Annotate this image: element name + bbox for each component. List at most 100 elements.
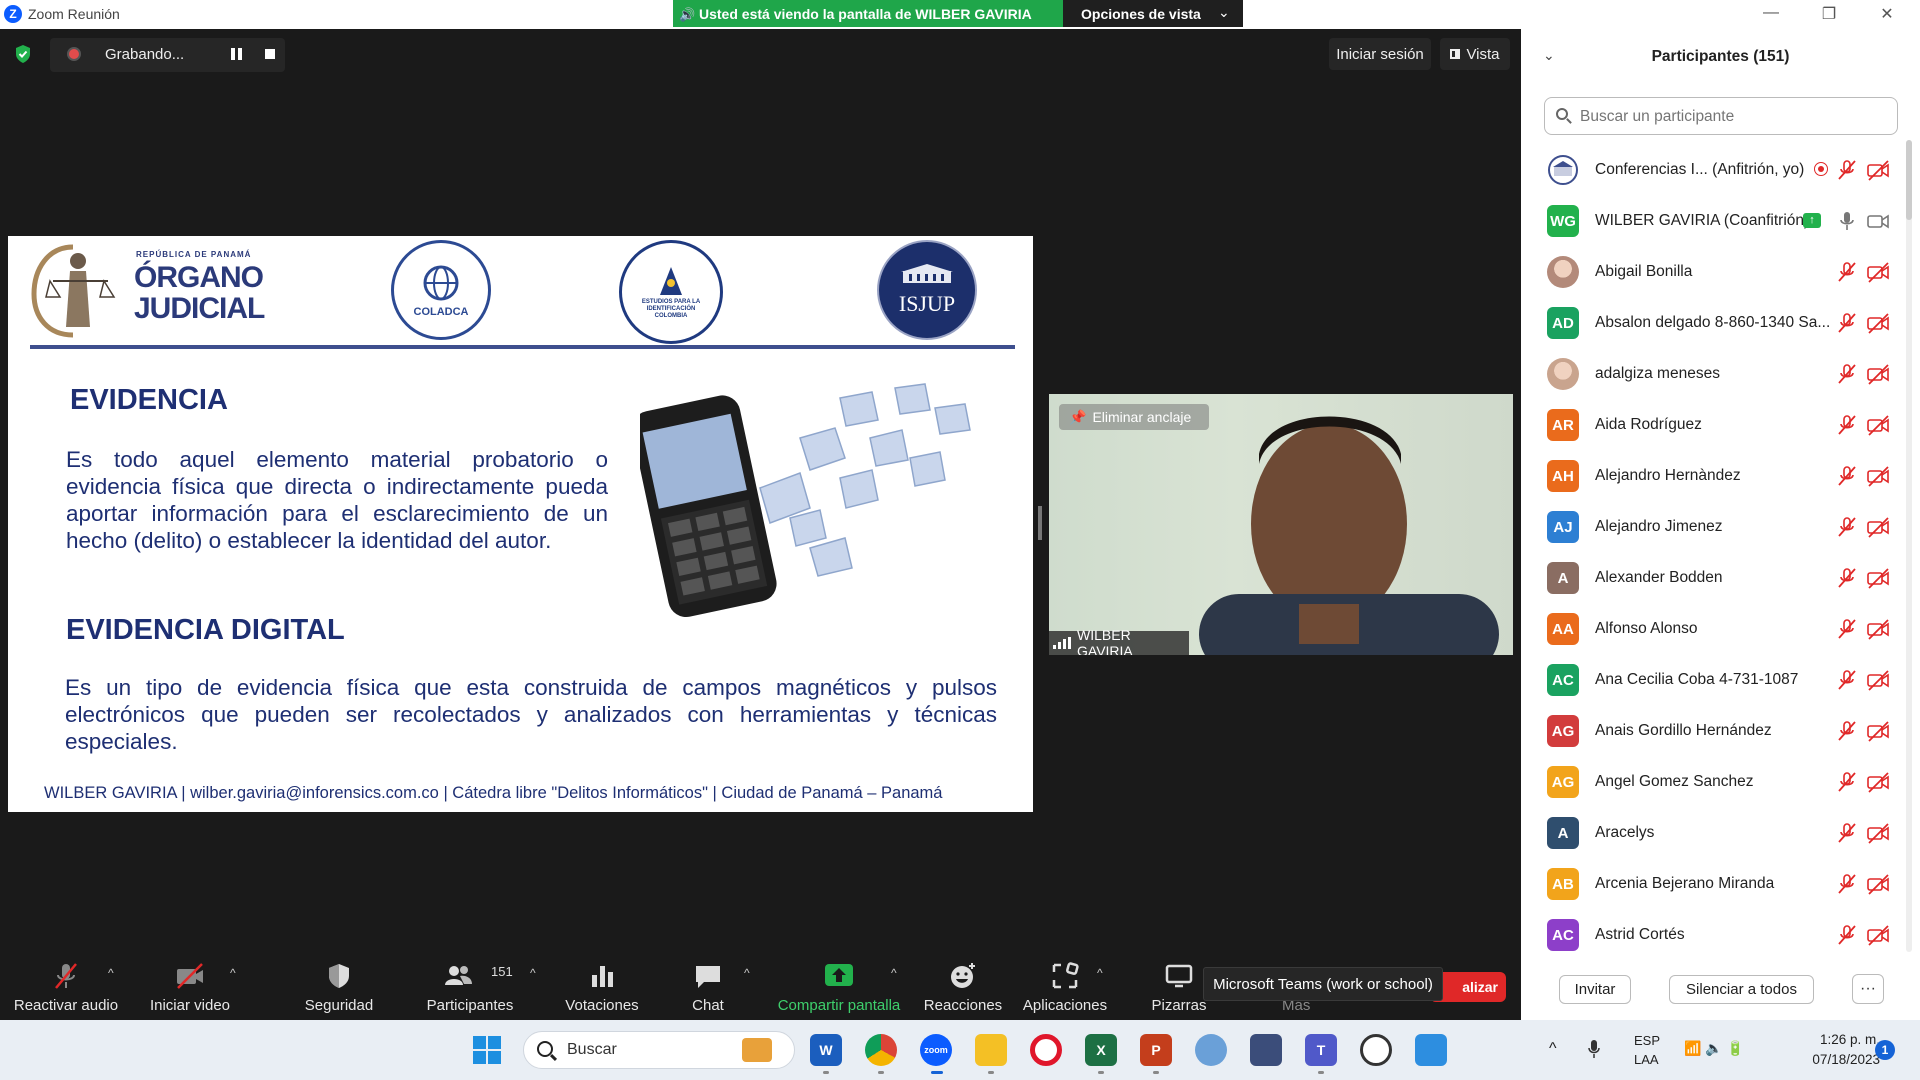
excel-app-icon[interactable]: X [1085,1034,1117,1066]
unpin-button[interactable]: 📌 Eliminar anclaje [1059,404,1209,430]
taskbar-search-label[interactable]: Buscar [567,1041,617,1059]
participant-search-input[interactable] [1578,99,1892,135]
video-off-icon[interactable] [1866,261,1890,283]
muted-microphone-icon[interactable] [1836,414,1858,436]
muted-microphone-icon[interactable] [1836,159,1858,181]
system-app-icon[interactable] [1250,1034,1282,1066]
muted-microphone-icon[interactable] [1836,465,1858,487]
view-button[interactable]: Vista [1440,38,1510,70]
reactions-button[interactable]: Reacciones [922,958,1004,1018]
participant-row[interactable]: AC Astrid Cortés [1521,910,1901,961]
network-volume-battery-icons[interactable]: 📶 🔈 🔋 [1684,1040,1744,1057]
close-button[interactable]: ✕ [1872,4,1902,24]
muted-microphone-icon[interactable] [1836,363,1858,385]
chat-button[interactable]: Chat [686,958,730,1018]
participants-options-caret-icon[interactable]: ^ [530,966,536,980]
teams-app-icon[interactable]: T [1305,1034,1337,1066]
windows-start-icon[interactable] [473,1036,501,1064]
chrome-app-icon[interactable] [865,1034,897,1066]
participant-row[interactable]: AG Anais Gordillo Hernández [1521,706,1901,757]
video-off-icon[interactable] [1866,771,1890,793]
zoom-app-icon[interactable]: zoom [920,1034,952,1066]
invite-button[interactable]: Invitar [1559,975,1631,1004]
participant-row[interactable]: AR Aida Rodríguez [1521,400,1901,451]
minimize-button[interactable]: — [1756,4,1786,22]
show-hidden-icons-chevron-icon[interactable]: ^ [1549,1040,1557,1058]
video-off-icon[interactable] [1866,669,1890,691]
video-options-caret-icon[interactable]: ^ [230,966,236,980]
input-language[interactable]: ESP [1634,1033,1660,1048]
participant-row[interactable]: WG WILBER GAVIRIA (Coanfitrión) ↑ [1521,196,1901,247]
chat-options-caret-icon[interactable]: ^ [744,966,750,980]
participant-row[interactable]: Abigail Bonilla [1521,247,1901,298]
video-off-icon[interactable] [1866,924,1890,946]
participants-scrollbar[interactable] [1906,140,1912,952]
participant-row[interactable]: adalgiza meneses [1521,349,1901,400]
clock-date[interactable]: 07/18/2023 [1790,1052,1880,1067]
clock-time[interactable]: 1:26 p. m. [1790,1032,1880,1047]
video-tile-wilber-gaviria[interactable]: 📌 Eliminar anclaje WILBER GAVIRIA [1049,394,1513,655]
video-off-icon[interactable] [1866,465,1890,487]
participant-row[interactable]: A Aracelys [1521,808,1901,859]
participants-button[interactable]: 151 Participantes [420,958,520,1018]
word-app-icon[interactable]: W [810,1034,842,1066]
audio-options-caret-icon[interactable]: ^ [108,966,114,980]
participant-row[interactable]: AB Arcenia Bejerano Miranda [1521,859,1901,910]
apps-options-caret-icon[interactable]: ^ [1097,966,1103,980]
muted-microphone-icon[interactable] [1836,822,1858,844]
muted-microphone-icon[interactable] [1836,873,1858,895]
video-off-icon[interactable] [1866,516,1890,538]
pause-recording-icon[interactable] [231,48,243,60]
participants-scrollbar-thumb[interactable] [1906,140,1912,220]
share-options-caret-icon[interactable]: ^ [891,966,897,980]
notifications-badge[interactable]: 1 [1875,1040,1895,1060]
muted-microphone-icon[interactable] [1836,924,1858,946]
file-explorer-icon[interactable] [975,1034,1007,1066]
video-camera-icon[interactable] [1866,210,1890,232]
clock-app-icon[interactable] [1360,1034,1392,1066]
participant-row[interactable]: AG Angel Gomez Sanchez [1521,757,1901,808]
muted-microphone-icon[interactable] [1836,720,1858,742]
security-shield-icon[interactable] [14,44,32,64]
polls-button[interactable]: Votaciones [556,958,648,1018]
video-off-icon[interactable] [1866,414,1890,436]
video-off-icon[interactable] [1866,312,1890,334]
muted-microphone-icon[interactable] [1836,516,1858,538]
muted-microphone-icon[interactable] [1836,312,1858,334]
muted-microphone-icon[interactable] [1836,771,1858,793]
participant-row[interactable]: A Alexander Bodden [1521,553,1901,604]
view-options-button[interactable]: Opciones de vista [1063,0,1243,27]
muted-microphone-icon[interactable] [1836,669,1858,691]
participant-row[interactable]: AH Alejandro Hernàndez [1521,451,1901,502]
video-off-icon[interactable] [1866,720,1890,742]
participant-row[interactable]: AJ Alejandro Jimenez [1521,502,1901,553]
chevron-down-icon[interactable]: ⌄ [1218,4,1230,21]
video-off-icon[interactable] [1866,822,1890,844]
opera-app-icon[interactable] [1030,1034,1062,1066]
video-off-icon[interactable] [1866,159,1890,181]
input-layout[interactable]: LAA [1634,1052,1659,1067]
video-off-icon[interactable] [1866,363,1890,385]
start-video-button[interactable]: Iniciar video [135,958,245,1018]
participant-row[interactable]: AC Ana Cecilia Coba 4-731-1087 [1521,655,1901,706]
muted-microphone-icon[interactable] [1836,261,1858,283]
powerpoint-app-icon[interactable]: P [1140,1034,1172,1066]
security-button[interactable]: Seguridad [290,958,388,1018]
muted-microphone-icon[interactable] [1836,618,1858,640]
participant-row[interactable]: AD Absalon delgado 8-860-1340 Sa... [1521,298,1901,349]
video-off-icon[interactable] [1866,618,1890,640]
remote-app-icon[interactable] [1195,1034,1227,1066]
participants-more-button[interactable]: ··· [1852,974,1884,1004]
video-off-icon[interactable] [1866,873,1890,895]
sign-in-button[interactable]: Iniciar sesión [1329,38,1431,70]
stop-recording-icon[interactable] [265,49,275,59]
participant-row[interactable]: Conferencias I... (Anfitrión, yo) [1521,145,1901,196]
split-divider-handle[interactable] [1038,506,1042,540]
microphone-icon[interactable] [1836,210,1858,232]
mute-all-button[interactable]: Silenciar a todos [1669,975,1814,1004]
microphone-tray-icon[interactable] [1588,1039,1600,1059]
photos-app-icon[interactable] [1415,1034,1447,1066]
participant-row[interactable]: AA Alfonso Alonso [1521,604,1901,655]
muted-microphone-icon[interactable] [1836,567,1858,589]
restore-button[interactable]: ❐ [1814,4,1844,24]
